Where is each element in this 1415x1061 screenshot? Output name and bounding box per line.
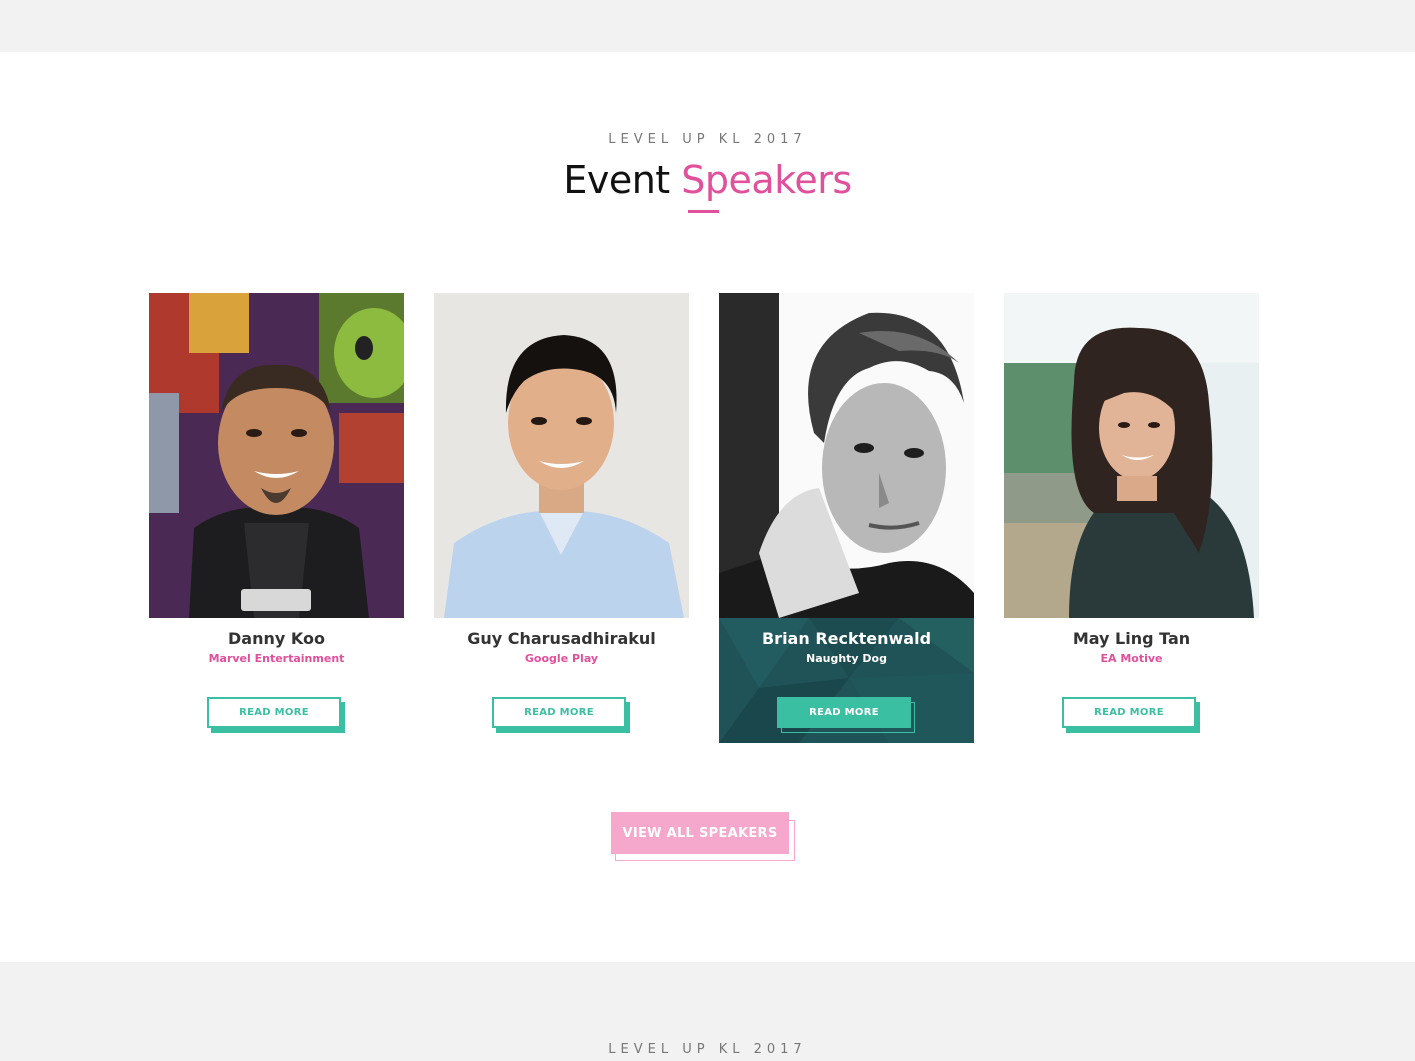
speaker-name: Danny Koo [228,629,325,648]
read-more-button[interactable]: READ MORE [492,697,630,733]
heading-plain: Event [563,158,670,202]
read-more-button-label[interactable]: READ MORE [207,697,341,728]
speaker-name: Brian Recktenwald [761,629,932,648]
speaker-company: EA Motive [1100,652,1163,665]
speaker-name: May Ling Tan [1072,629,1191,648]
read-more-button[interactable]: READ MORE [777,697,915,733]
speaker-card: May Ling Tan EA Motive READ MORE [1004,293,1259,743]
section-heading: Event Speakers [0,158,1415,202]
view-all-button-label[interactable]: VIEW ALL SPEAKERS [611,812,789,854]
heading-underline [688,210,719,213]
heading-accent: Speakers [681,158,852,202]
speaker-card: Danny Koo Marvel Entertainment READ MORE [149,293,404,743]
speaker-photo[interactable] [1004,293,1259,618]
speaker-photo[interactable] [149,293,404,618]
read-more-button[interactable]: READ MORE [207,697,345,733]
speaker-photo[interactable] [719,293,974,618]
view-all-speakers-button[interactable]: VIEW ALL SPEAKERS [611,812,796,862]
next-section: LEVEL UP KL 2017 [0,962,1415,1061]
speaker-company: Naughty Dog [806,652,887,665]
speaker-grid: Danny Koo Marvel Entertainment READ MORE [149,293,1259,743]
next-section-eyebrow: LEVEL UP KL 2017 [608,1042,807,1057]
read-more-button-label[interactable]: READ MORE [492,697,626,728]
speaker-company: Google Play [524,652,599,665]
read-more-button-label[interactable]: READ MORE [777,697,911,728]
speaker-photo[interactable] [434,293,689,618]
speaker-card: Guy Charusadhirakul Google Play READ MOR… [434,293,689,743]
section-eyebrow: LEVEL UP KL 2017 [608,132,807,147]
speaker-company: Marvel Entertainment [208,652,345,665]
speakers-section: LEVEL UP KL 2017 Event Speakers Danny Ko… [0,52,1415,962]
speaker-name: Guy Charusadhirakul [467,629,656,648]
read-more-button-label[interactable]: READ MORE [1062,697,1196,728]
read-more-button[interactable]: READ MORE [1062,697,1200,733]
previous-section-band [0,0,1415,52]
speaker-card-active: Brian Recktenwald Naughty Dog READ MORE [719,293,974,743]
